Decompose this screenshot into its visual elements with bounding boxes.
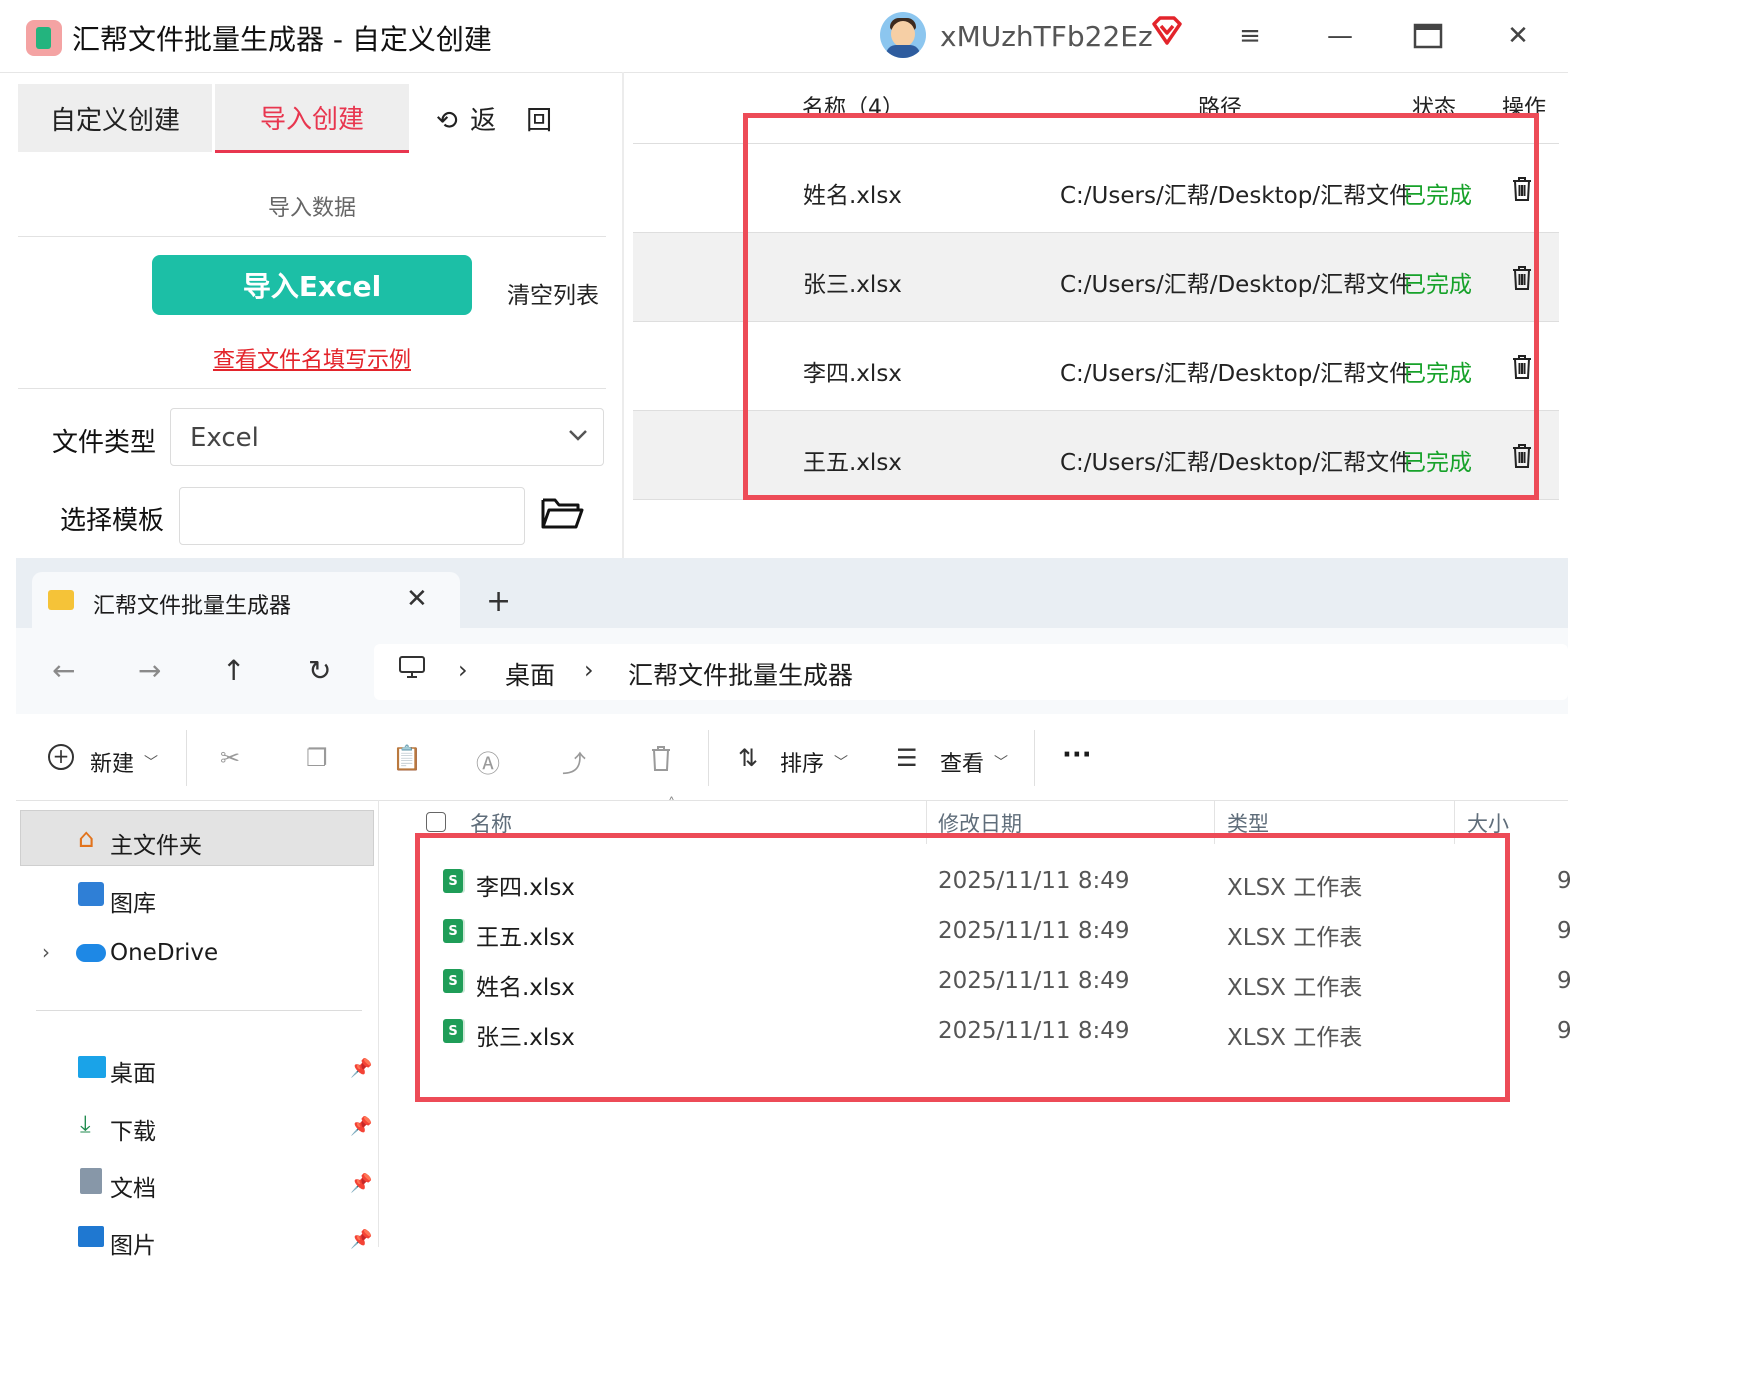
highlight-box <box>743 113 1539 500</box>
rename-icon[interactable]: Ⓐ <box>476 744 500 779</box>
minimize-button[interactable]: — <box>1316 14 1364 58</box>
this-pc-icon[interactable] <box>398 656 426 678</box>
new-tab-icon[interactable]: + <box>486 584 511 619</box>
divider <box>18 388 606 389</box>
tab-custom-create[interactable]: 自定义创建 <box>18 84 212 152</box>
breadcrumb-current-folder[interactable]: 汇帮文件批量生成器 <box>628 656 853 692</box>
paste-icon[interactable]: 📋 <box>392 744 422 772</box>
file-size: 9 <box>1557 1018 1572 1044</box>
back-arrow-icon[interactable]: ← <box>52 654 75 687</box>
toolbar-divider <box>186 730 187 786</box>
pin-icon[interactable]: 📌 <box>350 1116 372 1137</box>
onedrive-cloud-icon <box>76 944 106 962</box>
window-title: 汇帮文件批量生成器 - 自定义创建 <box>72 23 492 56</box>
view-lines-icon[interactable]: ☰ <box>896 744 918 772</box>
chevron-down-icon: ﹀ <box>834 755 848 771</box>
view-button[interactable]: 查看 <box>940 746 984 778</box>
tab-import-create[interactable]: 导入创建 <box>215 84 409 153</box>
breadcrumb-separator-icon: › <box>584 656 594 684</box>
chevron-down-icon: ﹀ <box>994 755 1008 771</box>
cut-icon[interactable]: ✂ <box>220 744 240 772</box>
sidebar-item-pictures[interactable]: 图片 <box>110 1226 156 1260</box>
breadcrumb-separator-icon: › <box>458 656 468 684</box>
user-avatar[interactable] <box>880 12 926 58</box>
template-input[interactable] <box>179 487 525 545</box>
sidebar-item-desktop[interactable]: 桌面 <box>110 1054 156 1088</box>
gallery-icon <box>78 882 104 906</box>
file-type-label: 文件类型 <box>52 428 157 458</box>
file-size: 9 <box>1557 868 1572 894</box>
new-plus-icon[interactable]: + <box>48 744 74 770</box>
sidebar-item-documents[interactable]: 文档 <box>110 1169 156 1203</box>
highlight-box <box>415 833 1510 1102</box>
share-icon[interactable]: ⤴ <box>562 744 586 779</box>
pin-icon[interactable]: 📌 <box>350 1173 372 1194</box>
sidebar-item-downloads[interactable]: 下载 <box>110 1112 156 1146</box>
expand-chevron-icon[interactable]: › <box>42 940 50 964</box>
explorer-sidebar <box>16 800 379 1247</box>
desktop-icon <box>78 1056 106 1078</box>
chevron-down-icon <box>569 430 587 441</box>
divider <box>18 236 606 237</box>
sidebar-item-gallery[interactable]: 图库 <box>110 884 156 918</box>
import-excel-button[interactable]: 导入Excel <box>152 255 472 315</box>
back-label: 返 回 <box>470 106 555 136</box>
select-all-checkbox[interactable] <box>426 812 446 832</box>
delete-icon[interactable] <box>650 744 672 772</box>
sidebar-item-onedrive[interactable]: OneDrive <box>110 940 218 966</box>
close-tab-icon[interactable]: ✕ <box>406 584 428 614</box>
col-header-status: 状态 <box>1412 96 1457 115</box>
maximize-button[interactable] <box>1404 14 1452 58</box>
download-icon: ⤓ <box>80 1110 91 1138</box>
file-type-value: Excel <box>190 423 259 453</box>
panel-divider <box>622 72 624 560</box>
up-arrow-icon[interactable]: ↑ <box>222 654 245 687</box>
home-icon: ⌂ <box>78 824 95 854</box>
clear-list-button[interactable]: 清空列表 <box>507 276 599 310</box>
filename-example-link[interactable]: 查看文件名填写示例 <box>0 342 624 374</box>
menu-icon[interactable]: ≡ <box>1226 14 1274 58</box>
sort-up-icon: ˄ <box>668 796 675 812</box>
toolbar-divider <box>1034 730 1035 786</box>
import-data-heading: 导入数据 <box>267 196 356 221</box>
col-header-name: 名称（4） <box>802 96 904 115</box>
explorer-tab-title: 汇帮文件批量生成器 <box>93 594 292 619</box>
sort-button[interactable]: 排序 <box>780 746 824 778</box>
sidebar-divider <box>36 1010 362 1011</box>
file-size: 9 <box>1557 968 1572 994</box>
col-header-path: 路径 <box>1198 96 1243 115</box>
close-button[interactable]: ✕ <box>1494 14 1542 58</box>
documents-icon <box>80 1168 102 1194</box>
pin-icon[interactable]: 📌 <box>350 1058 372 1079</box>
copy-icon[interactable]: ❐ <box>306 744 328 772</box>
undo-arrow-icon: ⟲ <box>436 106 460 136</box>
folder-icon <box>48 590 74 610</box>
app-logo-icon <box>26 20 62 56</box>
back-button[interactable]: ⟲ 返 回 <box>436 100 554 137</box>
open-folder-icon[interactable] <box>540 494 584 532</box>
template-label: 选择模板 <box>60 506 165 536</box>
vip-diamond-icon[interactable] <box>1150 16 1184 46</box>
pictures-icon <box>78 1226 104 1247</box>
more-options-icon[interactable]: ··· <box>1062 740 1092 770</box>
sidebar-label-home: 主文件夹 <box>110 833 202 859</box>
col-header-action: 操作 <box>1502 96 1547 115</box>
refresh-icon[interactable]: ↻ <box>308 654 331 687</box>
file-size: 9 <box>1557 918 1572 944</box>
new-button[interactable]: 新建 <box>90 746 134 778</box>
chevron-down-icon: ﹀ <box>144 755 158 771</box>
pin-icon[interactable]: 📌 <box>350 1229 372 1250</box>
sort-icon[interactable]: ⇅ <box>738 744 758 772</box>
toolbar-divider <box>708 730 709 786</box>
breadcrumb-desktop[interactable]: 桌面 <box>505 656 555 692</box>
forward-arrow-icon[interactable]: → <box>138 654 161 687</box>
username[interactable]: xMUzhTFb22Ez <box>940 20 1153 53</box>
